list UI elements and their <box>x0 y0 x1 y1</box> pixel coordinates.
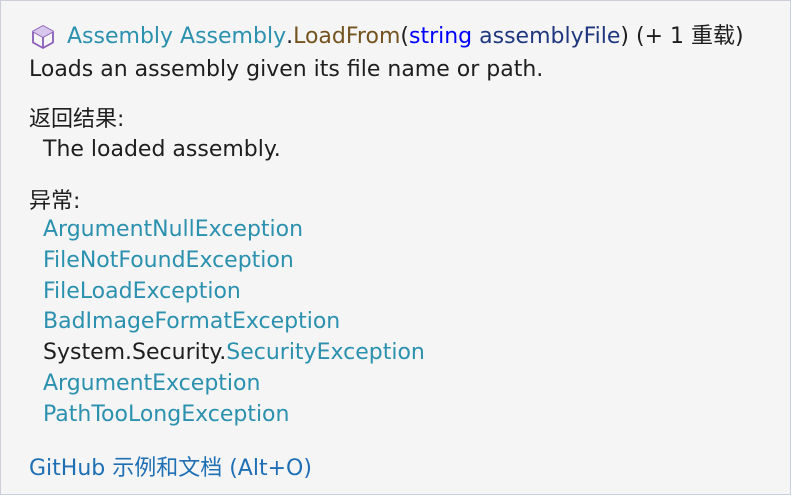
exception-item: PathTooLongException <box>43 400 425 431</box>
exception-link[interactable]: ArgumentException <box>43 371 260 396</box>
close-paren: ) <box>620 24 630 49</box>
class-name-link[interactable]: Assembly <box>180 21 286 53</box>
exceptions-heading: 异常: <box>29 189 81 214</box>
exception-item: FileLoadException <box>43 277 425 308</box>
open-paren: ( <box>400 24 409 49</box>
exception-item: BadImageFormatException <box>43 307 425 338</box>
returns-heading: 返回结果: <box>29 107 125 132</box>
exception-link[interactable]: FileLoadException <box>43 279 241 304</box>
exception-namespace: System.Security. <box>43 340 227 366</box>
exception-link[interactable]: BadImageFormatException <box>43 309 340 334</box>
quick-info-tooltip: Assembly Assembly. LoadFrom(string assemb… <box>0 0 791 495</box>
exception-link[interactable]: SecurityException <box>226 340 425 365</box>
exception-link[interactable]: PathTooLongException <box>43 402 289 427</box>
exception-link[interactable]: FileNotFoundException <box>43 248 294 273</box>
member-dot: . <box>286 24 294 49</box>
param-type-keyword: string <box>408 24 473 49</box>
exception-item: ArgumentException <box>43 369 425 400</box>
exception-link[interactable]: ArgumentNullException <box>43 217 303 242</box>
overload-note: (+ 1 重载) <box>636 24 744 49</box>
method-name: LoadFrom <box>293 24 401 49</box>
returns-value: The loaded assembly. <box>43 137 281 162</box>
exception-item: System.Security.SecurityException <box>43 338 425 369</box>
return-type-link[interactable]: Assembly <box>67 21 173 53</box>
exception-item: ArgumentNullException <box>43 215 425 246</box>
method-cube-icon <box>29 23 57 51</box>
summary-text: Loads an assembly given its file name or… <box>29 57 544 82</box>
github-docs-link[interactable]: GitHub 示例和文档 (Alt+O) <box>29 454 312 484</box>
param-name: assemblyFile <box>479 24 621 49</box>
exceptions-list: ArgumentNullException FileNotFoundExcept… <box>43 215 425 431</box>
method-signature: Assembly Assembly. LoadFrom(string assemb… <box>29 21 744 53</box>
exception-item: FileNotFoundException <box>43 246 425 277</box>
